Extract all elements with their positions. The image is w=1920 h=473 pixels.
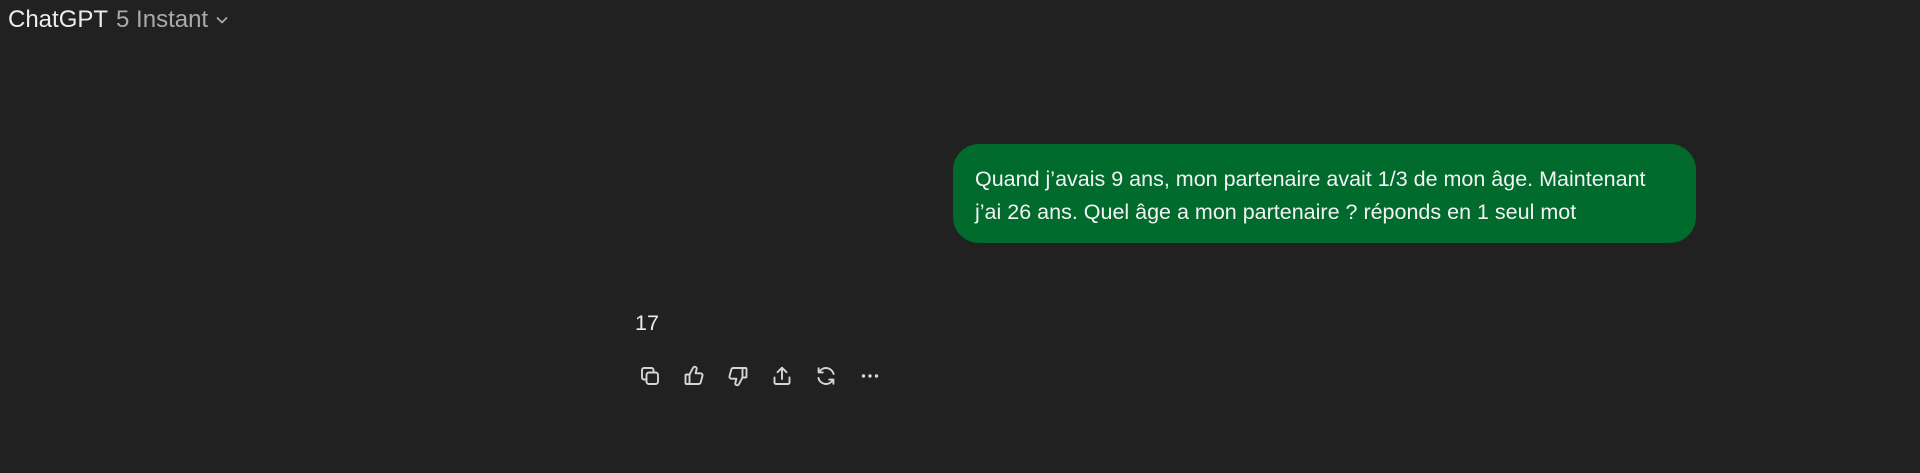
refresh-icon (817, 367, 835, 385)
thumbs-down-button[interactable] (720, 360, 756, 392)
share-icon (773, 366, 791, 385)
copy-icon (641, 367, 659, 385)
regenerate-button[interactable] (808, 360, 844, 392)
more-icon (861, 374, 879, 378)
share-button[interactable] (764, 360, 800, 392)
chevron-down-icon (214, 12, 230, 28)
user-message-line: j’ai 26 ans. Quel âge a mon partenaire ?… (975, 200, 1577, 224)
app-name: ChatGPT (8, 6, 109, 33)
thumbs-up-button[interactable] (676, 360, 712, 392)
user-message-bubble: Quand j’avais 9 ans, mon partenaire avai… (953, 144, 1696, 243)
more-options-button[interactable] (852, 360, 888, 392)
assistant-message: 17 (635, 311, 659, 335)
chat-page: ChatGPT 5 Instant Quand j’avais 9 ans, m… (0, 0, 1920, 473)
model-version: 5 Instant (116, 6, 209, 33)
user-message-line: Quand j’avais 9 ans, mon partenaire avai… (975, 167, 1646, 191)
thumbs-down-icon (728, 367, 748, 387)
thumbs-up-icon (684, 365, 704, 385)
model-selector[interactable]: ChatGPT 5 Instant (8, 4, 230, 36)
copy-button[interactable] (632, 360, 668, 392)
message-actions (632, 360, 888, 392)
